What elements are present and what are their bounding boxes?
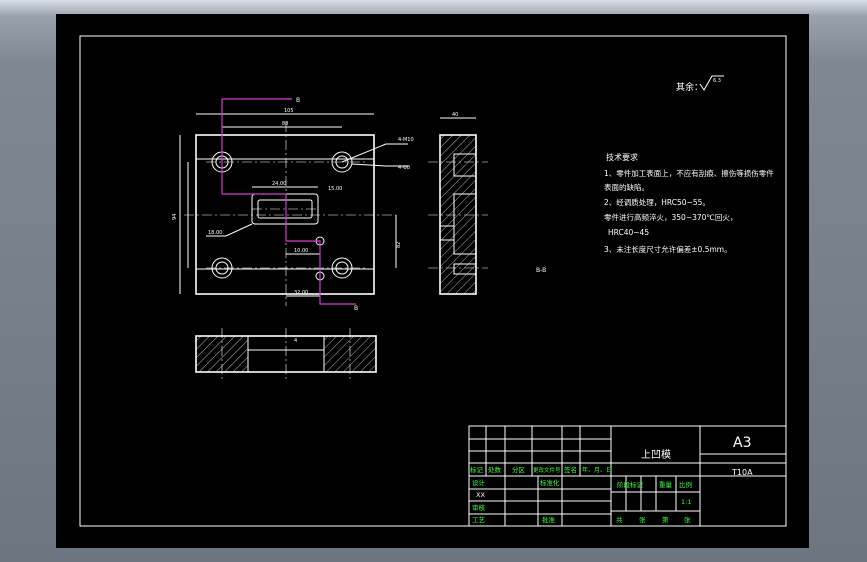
- title-block: 上凹模 A3 T10A 标记 处数 分区 更改文件号 签名 年、月、日 设计 X…: [468, 425, 787, 527]
- roughness-value: 6.3: [713, 78, 721, 84]
- dim-overall-width: 105: [284, 108, 294, 114]
- label-stage-mark: 阶段标记: [617, 480, 644, 489]
- label-sheets: 张: [639, 515, 646, 524]
- section-label-top: B: [296, 97, 300, 104]
- sheet-size: A3: [733, 435, 751, 451]
- section-label-bottom: B: [354, 305, 358, 312]
- designer-name: XX: [476, 491, 485, 499]
- label-standardization: 标准化: [540, 478, 560, 487]
- tech-req-heading: 技术要求: [606, 152, 638, 162]
- label-sheet: 张: [684, 515, 691, 524]
- label-sheet-no: 第: [662, 515, 669, 524]
- tech-req-line-3: 2、经调质处理，HRC50~55。: [604, 197, 710, 207]
- section-cut-line: [221, 98, 292, 107]
- dim-left-height: 94: [172, 214, 178, 220]
- label-scale: 比例: [679, 480, 692, 489]
- dim-lower: 32.00: [294, 290, 308, 296]
- label-weight: 重量: [659, 481, 673, 489]
- label-review: 审核: [472, 503, 486, 512]
- dim-slot-width: 24.00: [272, 181, 286, 187]
- plan-view: 105 88 94 82 24.00 15.00 18.00 10.00 32.…: [172, 97, 414, 312]
- drawing-canvas[interactable]: 105 88 94 82 24.00 15.00 18.00 10.00 32.…: [56, 14, 809, 548]
- dim-slot-depth: 18.00: [208, 230, 222, 236]
- material: T10A: [731, 468, 753, 477]
- label-sheets-total: 共: [616, 515, 623, 524]
- hole-note-1: 4-M10: [398, 137, 414, 143]
- row-header-date: 年、月、日: [582, 466, 612, 474]
- dim-side-thickness: 40: [452, 112, 458, 118]
- row-header-change: 更改文件号: [533, 466, 561, 474]
- tech-req-line-5: HRC40~45: [608, 228, 649, 237]
- tech-req-line-1: 1、零件加工表面上，不应有刮痕、擦伤等损伤零件: [604, 168, 774, 178]
- row-header-zone: 分区: [512, 465, 526, 474]
- dim-section-depth: 4: [294, 338, 297, 344]
- row-header-sign: 签名: [564, 465, 577, 474]
- tech-req-line-6: 3、未注长度尺寸允许偏差±0.5mm。: [604, 244, 732, 254]
- section-view-label: B-B: [536, 267, 546, 274]
- tech-req-line-4: 零件进行高频淬火，350~370℃回火，: [604, 212, 737, 222]
- dim-inner-width: 88: [282, 121, 288, 127]
- row-header-mark: 标记: [470, 465, 484, 474]
- roughness-note: 其余： 6.3: [676, 75, 724, 93]
- hole-note-2: 4-Φ8: [398, 165, 410, 171]
- scale-value: 1:1: [681, 498, 691, 506]
- dim-right-height: 82: [396, 242, 402, 248]
- dim-small: 10.00: [294, 248, 308, 254]
- part-name: 上凹模: [641, 449, 671, 461]
- row-header-count: 处数: [488, 465, 502, 474]
- drawing-border: [79, 35, 787, 527]
- cad-viewport[interactable]: 105 88 94 82 24.00 15.00 18.00 10.00 32.…: [56, 14, 809, 548]
- label-approve: 批准: [542, 515, 556, 524]
- dim-slot-offset: 15.00: [328, 186, 342, 192]
- label-process: 工艺: [472, 516, 486, 524]
- section-view: 4: [195, 328, 377, 380]
- technical-requirements: 技术要求 1、零件加工表面上，不应有刮痕、擦伤等损伤零件 表面的缺陷。 2、经调…: [604, 152, 774, 254]
- label-design: 设计: [472, 478, 486, 487]
- roughness-label: 其余：: [676, 81, 703, 93]
- side-view: 40 B-B: [428, 112, 546, 295]
- tech-req-line-2: 表面的缺陷。: [604, 182, 649, 192]
